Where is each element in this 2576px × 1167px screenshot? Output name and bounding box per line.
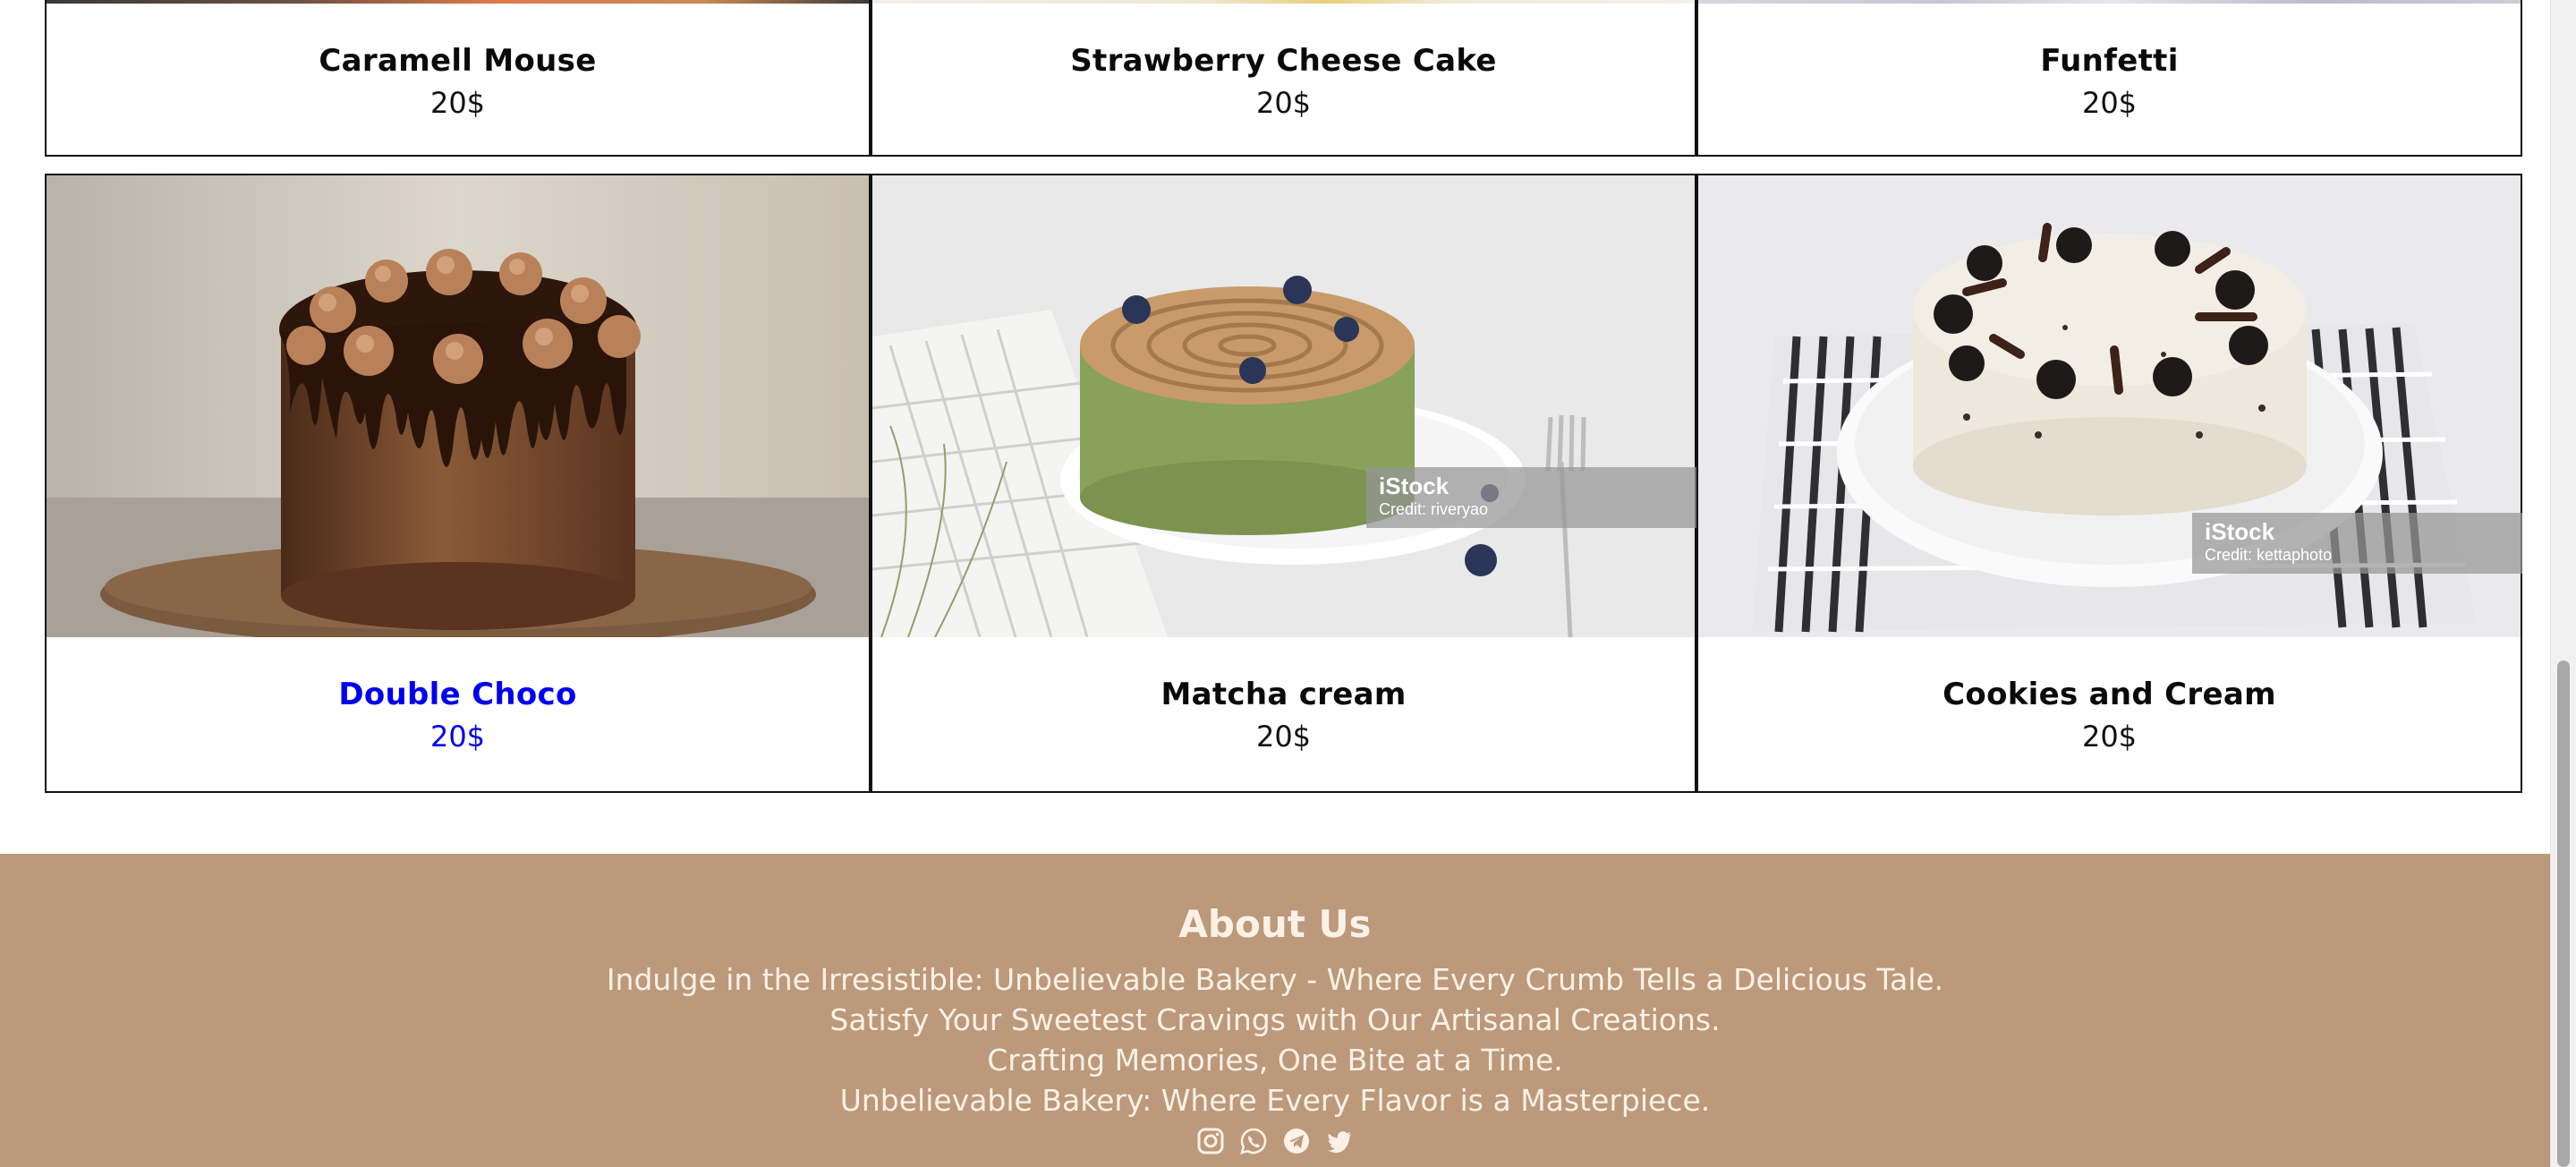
watermark-credit: Credit: riveryao bbox=[1379, 500, 1489, 518]
product-image-strip bbox=[1698, 0, 2521, 4]
product-card-funfetti[interactable]: Funfetti 20$ bbox=[1696, 0, 2522, 157]
instagram-icon[interactable] bbox=[1195, 1126, 1226, 1156]
footer-tagline-block: Indulge in the Irresistible: Unbelievabl… bbox=[0, 959, 2550, 1120]
social-links bbox=[0, 1126, 2550, 1156]
product-name[interactable]: Double Choco bbox=[47, 677, 869, 712]
twitter-icon[interactable] bbox=[1324, 1126, 1355, 1156]
istock-watermark: iStock Credit: riveryao bbox=[1366, 467, 1696, 528]
page: Caramell Mouse 20$ Strawberry Cheese Cak… bbox=[0, 0, 2576, 1167]
footer-tagline: Indulge in the Irresistible: Unbelievabl… bbox=[606, 962, 1944, 997]
product-price: 20$ bbox=[429, 720, 486, 754]
product-card-matcha-cream[interactable]: iStock Credit: riveryao Matcha cream 20$ bbox=[871, 174, 1696, 793]
product-name[interactable]: Strawberry Cheese Cake bbox=[872, 43, 1695, 79]
product-row-bottom: Double Choco 20$ iStock Credit: riveryao… bbox=[45, 174, 2523, 793]
footer-tagline: Unbelievable Bakery: Where Every Flavor … bbox=[839, 1083, 1711, 1118]
product-name[interactable]: Funfetti bbox=[1698, 43, 2521, 79]
product-row-top: Caramell Mouse 20$ Strawberry Cheese Cak… bbox=[45, 0, 2523, 157]
scrollbar-thumb[interactable] bbox=[2557, 660, 2570, 1167]
product-price: 20$ bbox=[2081, 86, 2138, 120]
product-name[interactable]: Matcha cream bbox=[872, 677, 1695, 712]
product-name[interactable]: Caramell Mouse bbox=[47, 43, 869, 79]
footer-tagline: Crafting Memories, One Bite at a Time. bbox=[987, 1043, 1563, 1078]
whatsapp-icon[interactable] bbox=[1238, 1126, 1269, 1156]
footer-title: About Us bbox=[1178, 902, 1372, 946]
watermark-brand: iStock bbox=[1379, 473, 1450, 499]
watermark-credit: Credit: kettaphoto bbox=[2205, 546, 2333, 564]
footer-tagline: Satisfy Your Sweetest Cravings with Our … bbox=[829, 1002, 1721, 1037]
product-card-double-choco[interactable]: Double Choco 20$ bbox=[45, 174, 871, 793]
matcha-cake-image bbox=[872, 175, 1695, 637]
product-card-caramell-mouse[interactable]: Caramell Mouse 20$ bbox=[45, 0, 871, 157]
product-price: 20$ bbox=[429, 86, 486, 120]
product-price: 20$ bbox=[1255, 720, 1312, 754]
watermark-brand: iStock bbox=[2205, 518, 2275, 545]
product-image-strip bbox=[47, 0, 869, 4]
chocolate-drip-cake-image bbox=[47, 175, 869, 637]
product-price: 20$ bbox=[1255, 86, 1312, 120]
product-image-strip bbox=[872, 0, 1695, 4]
product-card-cookies-and-cream[interactable]: iStock Credit: kettaphoto Cookies and Cr… bbox=[1696, 174, 2522, 793]
product-name[interactable]: Cookies and Cream bbox=[1698, 677, 2521, 712]
telegram-icon[interactable] bbox=[1281, 1126, 1312, 1156]
vertical-scrollbar[interactable] bbox=[2550, 0, 2576, 1167]
about-us-footer: About Us Indulge in the Irresistible: Un… bbox=[0, 854, 2550, 1167]
istock-watermark: iStock Credit: kettaphoto bbox=[2192, 513, 2522, 574]
product-card-strawberry-cheese-cake[interactable]: Strawberry Cheese Cake 20$ bbox=[871, 0, 1696, 157]
product-price: 20$ bbox=[2081, 720, 2138, 754]
